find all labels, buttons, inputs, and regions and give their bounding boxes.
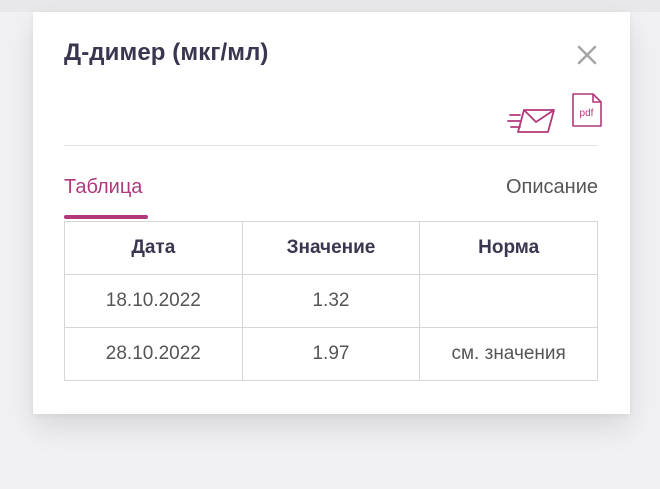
- cell-value: 1.32: [241, 274, 421, 328]
- table-row: 18.10.2022 1.32: [64, 274, 598, 328]
- table-row: 28.10.2022 1.97 см. значения: [64, 327, 598, 381]
- column-header-norm: Норма: [419, 221, 598, 275]
- cell-norm: [419, 274, 598, 328]
- tab-description[interactable]: Описание: [506, 176, 598, 199]
- column-header-value: Значение: [241, 221, 421, 275]
- cell-value: 1.97: [241, 327, 421, 381]
- send-email-icon[interactable]: [507, 104, 557, 136]
- pdf-icon-label: pdf: [580, 108, 594, 119]
- cell-date: 18.10.2022: [64, 274, 243, 328]
- header-divider: [64, 145, 598, 146]
- modal-title: Д-димер (мкг/мл): [64, 39, 269, 66]
- active-tab-indicator: [64, 215, 148, 219]
- close-icon[interactable]: [574, 42, 600, 68]
- cell-norm: см. значения: [419, 327, 598, 381]
- pdf-icon[interactable]: pdf: [571, 92, 603, 128]
- table-header-row: Дата Значение Норма: [64, 221, 598, 275]
- backdrop-top: [0, 0, 660, 12]
- column-header-date: Дата: [64, 221, 243, 275]
- results-table: Дата Значение Норма 18.10.2022 1.32 28.1…: [64, 221, 598, 381]
- modal-dialog: Д-димер (мкг/мл) pdf Таблица Описание Да…: [33, 12, 630, 414]
- cell-date: 28.10.2022: [64, 327, 243, 381]
- tab-table[interactable]: Таблица: [64, 176, 142, 199]
